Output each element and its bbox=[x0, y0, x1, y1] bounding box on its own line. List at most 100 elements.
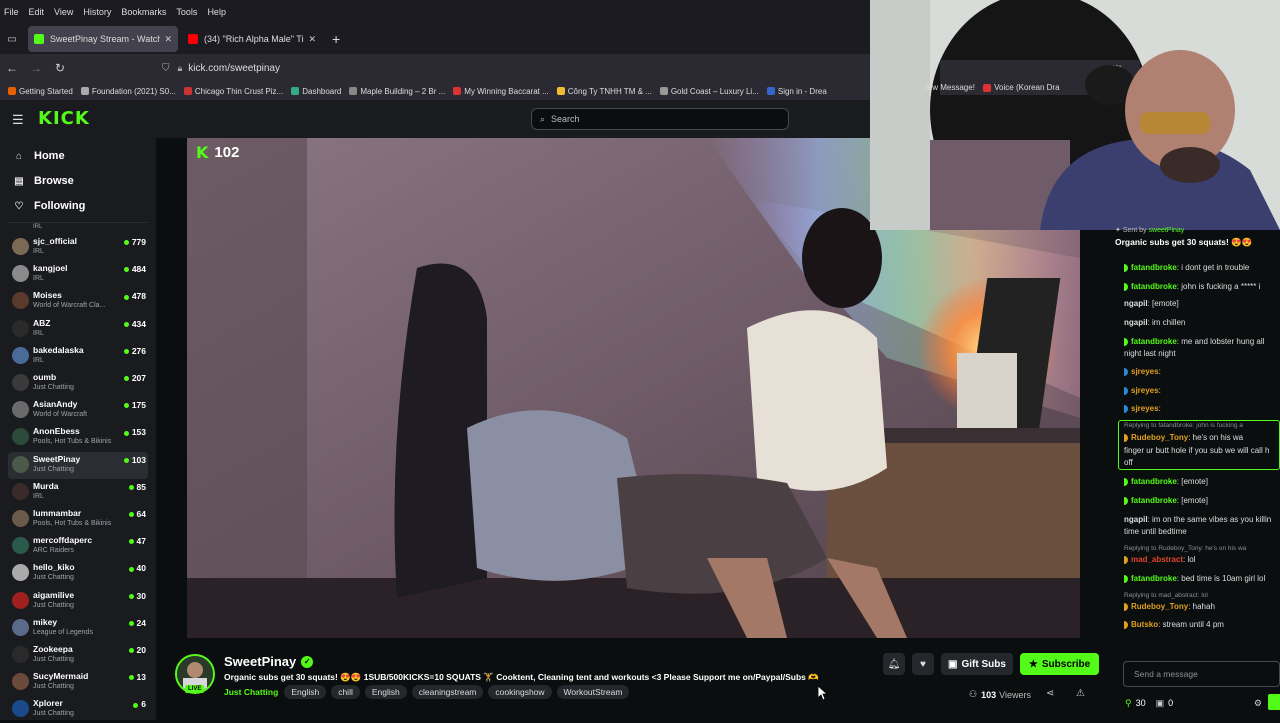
sidebar-channel-lummambar[interactable]: lummambar Pools, Hot Tubs & Bikinis 64 bbox=[8, 506, 148, 533]
subscribe-button[interactable]: ★ Subscribe bbox=[1019, 653, 1100, 675]
bookmark-item[interactable]: Dashboard bbox=[291, 87, 341, 96]
tag-chip[interactable]: cookingshow bbox=[488, 685, 552, 699]
notification-bell-button[interactable]: 🔔︎ bbox=[883, 653, 905, 675]
url-field[interactable]: kick.com/sweetpinay bbox=[188, 63, 280, 74]
sidebar-channel-sweetpinay[interactable]: SweetPinay Just Chatting 103 bbox=[8, 451, 148, 479]
sidebar-channel-bakedalaska[interactable]: bakedalaska IRL 276 bbox=[8, 343, 148, 370]
tag-chip[interactable]: cleaningstream bbox=[411, 685, 484, 699]
bookmark-item[interactable]: Maple Building – 2 Br ... bbox=[349, 87, 445, 96]
chat-message[interactable]: fatandbroke: me and lobster hung all bbox=[1124, 336, 1280, 348]
chat-message[interactable]: ngapil: [emote] bbox=[1124, 298, 1280, 310]
sidebar-item-following[interactable]: ♡ Following bbox=[12, 200, 86, 212]
menu-help[interactable]: Help bbox=[207, 7, 226, 17]
chat-message[interactable]: fatandbroke: bed time is 10am girl lol bbox=[1124, 573, 1280, 585]
chat-message[interactable]: finger ur butt hole if you sub we will c… bbox=[1124, 445, 1280, 457]
menu-bookmarks[interactable]: Bookmarks bbox=[121, 7, 166, 17]
new-tab-button[interactable]: + bbox=[332, 31, 340, 47]
chat-username[interactable]: Butsko bbox=[1131, 620, 1158, 629]
tag-chip[interactable]: English bbox=[284, 685, 327, 699]
sidebar-channel-oumb[interactable]: oumb Just Chatting 207 bbox=[8, 370, 148, 397]
follow-button[interactable]: ♥ bbox=[912, 653, 934, 675]
settings-icon[interactable]: ⚙ bbox=[1254, 698, 1262, 709]
chat-username[interactable]: sjreyes bbox=[1131, 367, 1159, 376]
menu-history[interactable]: History bbox=[83, 7, 111, 17]
sidebar-channel-zookeepa[interactable]: Zookeepa Just Chatting 20 bbox=[8, 642, 148, 669]
chat-username[interactable]: ngapil bbox=[1124, 299, 1148, 308]
sidebar-channel-anonebess[interactable]: AnonEbess Pools, Hot Tubs & Bikinis 153 bbox=[8, 424, 148, 451]
chat-username[interactable]: fatandbroke bbox=[1131, 282, 1177, 291]
sidebar-channel-abz[interactable]: ABZ IRL 434 bbox=[8, 316, 148, 343]
sidebar-item-browse[interactable]: ▤ Browse bbox=[12, 175, 73, 187]
menu-view[interactable]: View bbox=[54, 7, 73, 17]
chat-username[interactable]: fatandbroke bbox=[1131, 477, 1177, 486]
kick-logo[interactable]: KICK bbox=[38, 108, 90, 129]
category-link[interactable]: Just Chatting bbox=[224, 687, 278, 697]
bookmark-item[interactable]: Getting Started bbox=[8, 87, 73, 96]
sidebar-channel-murda[interactable]: Murda IRL 85 bbox=[8, 479, 148, 506]
share-icon[interactable]: ⋖ bbox=[1046, 688, 1054, 699]
sidebar-channel-aigamilive[interactable]: aigamilive Just Chatting 30 bbox=[8, 588, 148, 615]
bookmark-item[interactable]: Gold Coast – Luxury Li... bbox=[659, 87, 759, 96]
chat-message[interactable]: off bbox=[1124, 457, 1280, 469]
chat-message[interactable]: night last night bbox=[1124, 348, 1280, 360]
chat-message[interactable]: fatandbroke: i dont get in trouble bbox=[1124, 262, 1280, 274]
close-tab-icon[interactable]: ✕ bbox=[164, 34, 172, 45]
chat-username[interactable]: ngapil bbox=[1124, 318, 1148, 327]
tab-list-icon[interactable]: ▭ bbox=[0, 34, 24, 45]
chat-username[interactable]: sjreyes bbox=[1131, 404, 1159, 413]
chat-username[interactable]: ngapil bbox=[1124, 515, 1148, 524]
tab-sweetpinay[interactable]: SweetPinay Stream - Watch ✕ bbox=[28, 26, 178, 52]
chat-message[interactable]: Butsko: stream until 4 pm bbox=[1124, 619, 1280, 631]
chat-message[interactable]: ngapil: im on the same vibes as you kill… bbox=[1124, 514, 1280, 526]
chat-input[interactable]: Send a message bbox=[1123, 661, 1280, 687]
chat-message[interactable]: Rudeboy_Tony: hahah bbox=[1124, 601, 1280, 613]
chat-message[interactable]: sjreyes: bbox=[1124, 403, 1280, 415]
menu-file[interactable]: File bbox=[4, 7, 19, 17]
close-tab-icon[interactable]: ✕ bbox=[308, 34, 316, 45]
streamer-name[interactable]: SweetPinay ✓ bbox=[224, 654, 314, 669]
chat-username[interactable]: fatandbroke bbox=[1131, 496, 1177, 505]
tab-tiktok[interactable]: (34) "Rich Alpha Male" TikToke ✕ bbox=[182, 26, 322, 52]
reload-icon[interactable]: ↻ bbox=[48, 61, 72, 75]
sidebar-channel-xplorer[interactable]: Xplorer Just Chatting 6 bbox=[8, 696, 148, 723]
chat-username[interactable]: fatandbroke bbox=[1131, 263, 1177, 272]
chat-username[interactable]: Rudeboy_Tony bbox=[1131, 602, 1188, 611]
sidebar-channel-sucymermaid[interactable]: SucyMermaid Just Chatting 13 bbox=[8, 669, 148, 696]
bookmark-item[interactable]: My Winning Baccarat ... bbox=[453, 87, 549, 96]
gift-subs-button[interactable]: ▣ Gift Subs bbox=[941, 653, 1013, 675]
forward-icon[interactable]: → bbox=[24, 61, 48, 75]
chat-message[interactable]: time until bedtime bbox=[1124, 526, 1280, 538]
menu-tools[interactable]: Tools bbox=[176, 7, 197, 17]
menu-icon[interactable]: ☰ bbox=[12, 112, 24, 128]
sidebar-channel-moises[interactable]: Moises World of Warcraft Cla... 478 bbox=[8, 288, 148, 315]
chat-message[interactable]: sjreyes: bbox=[1124, 366, 1280, 378]
bookmark-item[interactable]: iew Message! Voice (Korean Dra bbox=[926, 83, 1060, 92]
chat-message[interactable]: fatandbroke: [emote] bbox=[1124, 495, 1280, 507]
sidebar-channel-mikey[interactable]: mikey League of Legends 24 bbox=[8, 615, 148, 642]
back-icon[interactable]: ← bbox=[0, 61, 24, 75]
search-input[interactable]: ⌕ Search bbox=[531, 108, 789, 130]
bookmark-item[interactable]: Công Ty TNHH TM & ... bbox=[556, 87, 652, 96]
chat-username[interactable]: fatandbroke bbox=[1131, 574, 1177, 583]
chat-message[interactable]: fatandbroke: john is fucking a ***** i bbox=[1124, 281, 1280, 293]
chat-message[interactable]: ngapil: im chillen bbox=[1124, 317, 1280, 329]
sidebar-item-home[interactable]: ⌂ Home bbox=[12, 150, 65, 162]
chat-message[interactable]: mad_abstract: lol bbox=[1124, 554, 1280, 566]
tag-chip[interactable]: chill bbox=[331, 685, 360, 699]
tag-chip[interactable]: WorkoutStream bbox=[556, 685, 630, 699]
sidebar-channel-kangjoel[interactable]: kangjoel IRL 484 bbox=[8, 261, 148, 288]
bookmark-item[interactable]: Sign in - Drea bbox=[766, 87, 827, 96]
chat-message[interactable]: fatandbroke: [emote] bbox=[1124, 476, 1280, 488]
bookmark-item[interactable]: Foundation (2021) S0... bbox=[80, 87, 176, 96]
tag-chip[interactable]: English bbox=[364, 685, 407, 699]
shield-icon[interactable]: ⛉ bbox=[162, 63, 170, 74]
report-icon[interactable]: ⚠ bbox=[1076, 688, 1085, 699]
sidebar-channel-mercoffdaperc[interactable]: mercoffdaperc ARC Raiders 47 bbox=[8, 533, 148, 560]
chat-username[interactable]: fatandbroke bbox=[1131, 337, 1177, 346]
chat-username[interactable]: mad_abstract bbox=[1131, 555, 1183, 564]
send-button[interactable] bbox=[1268, 694, 1280, 710]
chat-username[interactable]: Rudeboy_Tony bbox=[1131, 433, 1188, 442]
chat-message[interactable]: sjreyes: bbox=[1124, 385, 1280, 397]
menu-edit[interactable]: Edit bbox=[29, 7, 45, 17]
chat-username[interactable]: sjreyes bbox=[1131, 386, 1159, 395]
